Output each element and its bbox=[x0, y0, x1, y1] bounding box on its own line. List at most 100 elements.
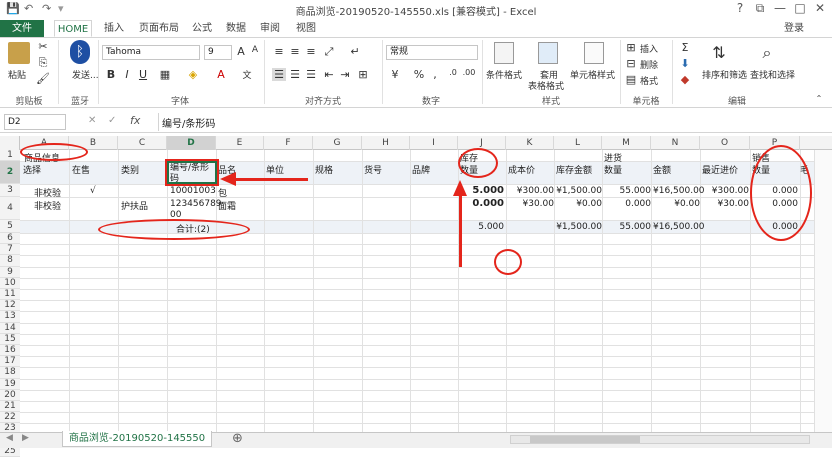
cell-e4[interactable]: 面霜 bbox=[218, 199, 236, 212]
increase-indent-icon[interactable]: ⇥ bbox=[338, 68, 352, 81]
name-box[interactable]: D2 bbox=[4, 114, 66, 130]
column-header-k[interactable]: K bbox=[506, 136, 554, 150]
tab-home[interactable]: HOME bbox=[54, 20, 92, 37]
cell-l5[interactable]: ¥1,500.00 bbox=[556, 222, 602, 232]
italic-icon[interactable]: I bbox=[120, 68, 134, 81]
underline-icon[interactable]: U bbox=[136, 68, 150, 81]
format-cells-button[interactable]: 格式 bbox=[640, 74, 658, 87]
cell-j5[interactable]: 5.000 bbox=[460, 222, 504, 232]
tab-formulas[interactable]: 公式 bbox=[188, 20, 216, 37]
select-all-button[interactable] bbox=[0, 136, 20, 150]
format-painter-icon[interactable]: 🖌 bbox=[36, 72, 50, 85]
table-format-icon[interactable] bbox=[538, 42, 558, 64]
shrink-font-icon[interactable]: A bbox=[248, 45, 262, 55]
close-button[interactable]: ✕ bbox=[810, 1, 830, 15]
cell-j4[interactable]: 0.000 bbox=[460, 198, 504, 209]
row-header-17[interactable]: 17 bbox=[0, 356, 20, 368]
header-category[interactable]: 类别 bbox=[121, 163, 139, 176]
insert-cells-icon[interactable]: ⊞ bbox=[624, 41, 638, 54]
top-align-icon[interactable]: ≡ bbox=[272, 45, 286, 58]
header-stock-amount[interactable]: 库存金额 bbox=[556, 163, 592, 176]
tab-file[interactable]: 文件 bbox=[0, 20, 44, 37]
formula-input[interactable] bbox=[158, 113, 828, 131]
help-icon[interactable]: ? bbox=[730, 1, 750, 15]
fx-icon[interactable]: fx bbox=[130, 114, 140, 127]
cell-c4[interactable]: 护扶品 bbox=[121, 199, 148, 212]
header-last-price[interactable]: 最近进价 bbox=[702, 163, 738, 176]
column-header-g[interactable]: G bbox=[313, 136, 362, 150]
column-header-i[interactable]: I bbox=[410, 136, 458, 150]
bluetooth-icon[interactable]: ᛒ bbox=[70, 40, 90, 64]
column-header-o[interactable]: O bbox=[700, 136, 750, 150]
currency-icon[interactable]: ¥ bbox=[388, 68, 402, 81]
column-header-l[interactable]: L bbox=[554, 136, 602, 150]
cell-d3[interactable]: 10001003 bbox=[170, 186, 216, 196]
bluetooth-send-button[interactable]: 发送... bbox=[72, 68, 99, 81]
cut-icon[interactable]: ✂ bbox=[36, 40, 50, 53]
align-center-icon[interactable]: ☰ bbox=[288, 68, 302, 81]
increase-decimal-icon[interactable]: .0 bbox=[446, 68, 460, 77]
cell-b3[interactable]: √ bbox=[90, 186, 96, 196]
header-purchase-qty[interactable]: 数量 bbox=[604, 163, 622, 176]
autosum-icon[interactable]: Σ bbox=[678, 41, 692, 54]
format-cells-icon[interactable]: ▤ bbox=[624, 73, 638, 86]
row-header-15[interactable]: 15 bbox=[0, 333, 20, 345]
sort-filter-icon[interactable]: ⇅ bbox=[712, 43, 726, 62]
middle-align-icon[interactable]: ≡ bbox=[288, 45, 302, 58]
conditional-format-icon[interactable] bbox=[494, 42, 514, 64]
row-header-2[interactable]: 2 bbox=[0, 161, 20, 184]
percent-icon[interactable]: % bbox=[412, 68, 426, 81]
row-header-22[interactable]: 22 bbox=[0, 412, 20, 424]
font-color-icon[interactable]: A bbox=[214, 68, 228, 81]
column-header-n[interactable]: N bbox=[651, 136, 700, 150]
clear-icon[interactable]: ◆ bbox=[678, 73, 692, 86]
header-cost[interactable]: 成本价 bbox=[508, 163, 535, 176]
cell-o4[interactable]: ¥30.00 bbox=[702, 199, 750, 209]
row-header-6[interactable]: 6 bbox=[0, 233, 20, 245]
header-unit[interactable]: 单位 bbox=[266, 163, 284, 176]
column-header-h[interactable]: H bbox=[362, 136, 410, 150]
row-header-18[interactable]: 18 bbox=[0, 367, 20, 379]
decrease-decimal-icon[interactable]: .00 bbox=[462, 68, 476, 77]
cell-d4[interactable]: 123456789 bbox=[170, 199, 222, 209]
cell-n5[interactable]: ¥16,500.00 bbox=[653, 222, 705, 232]
font-name-select[interactable]: Tahoma bbox=[102, 45, 200, 60]
cell-o3[interactable]: ¥300.00 bbox=[702, 186, 749, 196]
tab-view[interactable]: 视图 bbox=[292, 20, 320, 37]
row-header-9[interactable]: 9 bbox=[0, 266, 20, 278]
tab-page-layout[interactable]: 页面布局 bbox=[134, 20, 184, 37]
cell-n3[interactable]: ¥16,500.00 bbox=[653, 186, 705, 196]
column-header-e[interactable]: E bbox=[216, 136, 264, 150]
header-on-sale[interactable]: 在售 bbox=[72, 163, 90, 176]
row-header-12[interactable]: 12 bbox=[0, 300, 20, 312]
header-item-no[interactable]: 货号 bbox=[364, 163, 382, 176]
border-icon[interactable]: ▦ bbox=[158, 68, 172, 81]
horizontal-scroll-thumb[interactable] bbox=[530, 436, 640, 443]
header-brand[interactable]: 品牌 bbox=[412, 163, 430, 176]
row-header-8[interactable]: 8 bbox=[0, 255, 20, 267]
comma-icon[interactable]: , bbox=[428, 68, 442, 81]
maximize-button[interactable]: □ bbox=[790, 1, 810, 15]
delete-cells-button[interactable]: 删除 bbox=[640, 58, 658, 71]
header-spec[interactable]: 规格 bbox=[315, 163, 333, 176]
number-format-select[interactable]: 常规 bbox=[386, 45, 478, 60]
login-link[interactable]: 登录 bbox=[776, 20, 812, 37]
cell-n4[interactable]: ¥0.00 bbox=[653, 199, 700, 209]
sheet-tab[interactable]: 商品浏览-20190520-145550 bbox=[62, 431, 212, 447]
row-header-16[interactable]: 16 bbox=[0, 345, 20, 357]
cell-l4[interactable]: ¥0.00 bbox=[556, 199, 602, 209]
row-header-5[interactable]: 5 bbox=[0, 220, 20, 233]
align-right-icon[interactable]: ☰ bbox=[304, 68, 318, 81]
align-left-icon[interactable]: ☰ bbox=[272, 68, 286, 81]
cell-m5[interactable]: 55.000 bbox=[604, 222, 652, 232]
row-header-20[interactable]: 20 bbox=[0, 389, 20, 401]
copy-icon[interactable]: ⎘ bbox=[36, 56, 50, 70]
paste-icon[interactable] bbox=[8, 42, 30, 64]
header-purchase-amount[interactable]: 金额 bbox=[653, 163, 671, 176]
sort-filter-button[interactable]: 排序和筛选 bbox=[702, 68, 747, 81]
row-header-7[interactable]: 7 bbox=[0, 244, 20, 256]
column-header-f[interactable]: F bbox=[264, 136, 313, 150]
cell-a3[interactable]: 非校验 bbox=[34, 186, 61, 199]
paste-button[interactable]: 粘贴 bbox=[8, 68, 26, 81]
cell-m4[interactable]: 0.000 bbox=[604, 199, 651, 209]
